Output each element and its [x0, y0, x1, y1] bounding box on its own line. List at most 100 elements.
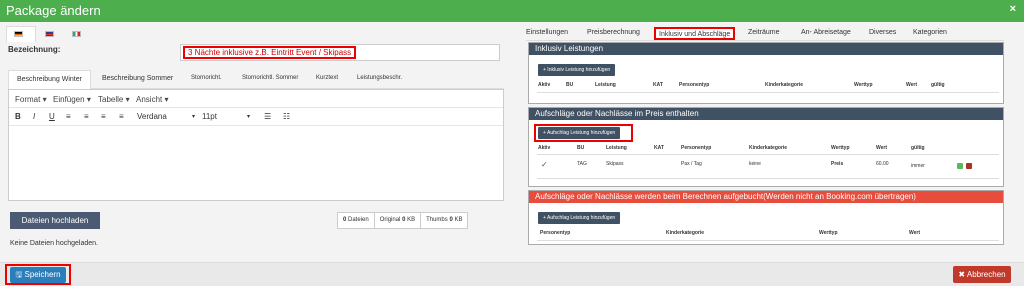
align-justify-icon[interactable]: ≡ [119, 112, 124, 121]
bold-icon[interactable]: B [15, 112, 21, 121]
numbered-list-icon[interactable]: ☷ [283, 112, 290, 121]
editor-menubar: Format ▾ Einfügen ▾ Tabelle ▾ Ansicht ▾ [9, 90, 503, 108]
col-kat: KAT [654, 145, 664, 151]
close-icon[interactable]: × [1010, 3, 1016, 15]
flag-it-icon[interactable] [72, 31, 81, 37]
cell-gueltig: immer [911, 163, 925, 169]
underline-icon[interactable]: U [49, 112, 55, 121]
no-files-text: Keine Dateien hochgeladen. [10, 240, 98, 247]
save-label: Speichern [24, 270, 61, 279]
tab-inklusiv-und-abschlaege[interactable]: Inklusiv und Abschläge [654, 27, 736, 40]
tab-preisberechnung[interactable]: Preisberechnung [587, 29, 640, 36]
align-left-icon[interactable]: ≡ [66, 112, 71, 121]
inklusiv-leistungen-panel: Inklusiv Leistungen + Inklusiv Leistung … [528, 42, 1004, 104]
col-kat: KAT [653, 82, 663, 88]
tab-stornorichtl-sommer[interactable]: Stornorichtl. Sommer [242, 75, 298, 81]
tab-einstellungen[interactable]: Einstellungen [526, 29, 568, 36]
rich-text-editor[interactable]: Format ▾ Einfügen ▾ Tabelle ▾ Ansicht ▾ … [8, 89, 504, 201]
align-right-icon[interactable]: ≡ [101, 112, 106, 121]
col-kinderkategorie: Kinderkategorie [749, 145, 788, 151]
thumbs-size: Thumbs 0 KB [421, 213, 467, 228]
col-bu: BU [566, 82, 574, 88]
aufschlaege-enthalten-panel: Aufschläge oder Nachlässe im Preis entha… [528, 107, 1004, 187]
tab-kurztext[interactable]: Kurztext [316, 75, 338, 81]
menu-ansicht[interactable]: Ansicht ▾ [136, 95, 168, 104]
delete-icon[interactable] [966, 163, 972, 169]
menu-tabelle[interactable]: Tabelle ▾ [98, 95, 130, 104]
col-leistung: Leistung [606, 145, 627, 151]
modal-header: Package ändern × [0, 0, 1024, 22]
font-size-value: 11pt [202, 112, 217, 121]
col-gueltig: gültig [931, 82, 945, 88]
cell-leistung: Skipass [606, 161, 624, 167]
editor-toolbar: B I U ≡ ≡ ≡ ≡ Verdana ▾ 11pt ▾ ☰ ☷ [9, 108, 503, 126]
col-kinderkategorie: Kinderkategorie [765, 82, 804, 88]
panel-title: Inklusiv Leistungen [529, 43, 1003, 55]
cell-werttyp: Preis [831, 161, 844, 167]
modal-footer [0, 262, 1024, 286]
italic-icon[interactable]: I [33, 112, 35, 121]
file-counters: 0 Dateien Original 0 KB Thumbs 0 KB [337, 212, 469, 229]
menu-ansicht-label: Ansicht [136, 95, 163, 104]
tab-stornoricht[interactable]: Stornoricht. [191, 75, 222, 81]
header-divider [537, 92, 999, 93]
font-family-select[interactable]: Verdana [137, 112, 167, 121]
cell-personentyp: Pax / Tag [681, 161, 702, 167]
tab-zeitraeume[interactable]: Zeiträume [748, 29, 780, 36]
bezeichnung-value: 3 Nächte inklusive z.B. Eintritt Event /… [183, 46, 357, 59]
original-unit: KB [407, 217, 416, 223]
col-wert: Wert [906, 82, 918, 88]
col-wert: Wert [909, 230, 921, 236]
menu-format-label: Format [15, 95, 41, 104]
thumbs-label: Thumbs [426, 217, 448, 223]
save-button[interactable]: 🖫 Speichern [10, 267, 66, 283]
bezeichnung-input[interactable]: 3 Nächte inklusive z.B. Eintritt Event /… [180, 44, 500, 61]
col-leistung: Leistung [595, 82, 616, 88]
font-family-value: Verdana [137, 112, 167, 121]
menu-tabelle-label: Tabelle [98, 95, 124, 104]
add-aufschlag-leistung-button[interactable]: + Aufschlag Leistung hinzufügen [538, 127, 621, 139]
upload-files-button[interactable]: Dateien hochladen [10, 212, 100, 229]
cancel-button[interactable]: ✖ Abbrechen [953, 266, 1011, 283]
add-aufschlag-leistung-button[interactable]: + Aufschlag Leistung hinzufügen [538, 212, 621, 224]
menu-einfuegen[interactable]: Einfügen ▾ [53, 95, 91, 104]
tab-diverses[interactable]: Diverses [869, 29, 896, 36]
thumbs-value: 0 [449, 217, 453, 223]
header-divider [537, 240, 999, 241]
check-icon: ✓ [541, 160, 548, 169]
menu-format[interactable]: Format ▾ [15, 95, 47, 104]
col-kinderkategorie: Kinderkategorie [666, 230, 705, 236]
aufschlaege-aufgebucht-panel: Aufschläge oder Nachlässe werden beim Be… [528, 190, 1004, 245]
col-gueltig: gültig [911, 145, 925, 151]
col-werttyp: Werttyp [819, 230, 838, 236]
flag-uk-icon[interactable] [45, 31, 54, 37]
modal-title: Package ändern [6, 3, 101, 18]
add-inklusiv-leistung-button[interactable]: + Inklusiv Leistung hinzufügen [538, 64, 616, 76]
cell-bu: TAG [577, 161, 587, 167]
tab-beschreibung-winter[interactable]: Beschreibung Winter [8, 70, 91, 89]
row-divider [537, 178, 999, 179]
files-count-label: Dateien [348, 217, 369, 223]
cell-kinderkategorie: keine [749, 161, 761, 167]
bullet-list-icon[interactable]: ☰ [264, 112, 271, 121]
original-size: Original 0 KB [375, 213, 422, 228]
flag-de-icon[interactable] [14, 31, 23, 37]
font-size-select[interactable]: 11pt [202, 112, 217, 121]
files-count: 0 Dateien [338, 213, 375, 228]
files-count-value: 0 [343, 217, 347, 223]
cell-wert: 60.00 [876, 161, 889, 167]
col-personentyp: Personentyp [681, 145, 712, 151]
chevron-down-icon[interactable]: ▾ [247, 113, 250, 120]
header-divider [537, 154, 999, 155]
thumbs-unit: KB [454, 217, 463, 223]
chevron-down-icon[interactable]: ▾ [192, 113, 195, 120]
tab-leistungsbeschr[interactable]: Leistungsbeschr. [357, 75, 402, 81]
cancel-label: Abbrechen [966, 270, 1006, 279]
tab-an-abreisetage[interactable]: An- Abreisetage [801, 29, 851, 36]
edit-icon[interactable] [957, 163, 963, 169]
tab-kategorien[interactable]: Kategorien [913, 29, 947, 36]
col-aktiv: Aktiv [538, 82, 551, 88]
tab-beschreibung-sommer[interactable]: Beschreibung Sommer [102, 75, 173, 82]
align-center-icon[interactable]: ≡ [84, 112, 89, 121]
col-personentyp: Personentyp [679, 82, 710, 88]
